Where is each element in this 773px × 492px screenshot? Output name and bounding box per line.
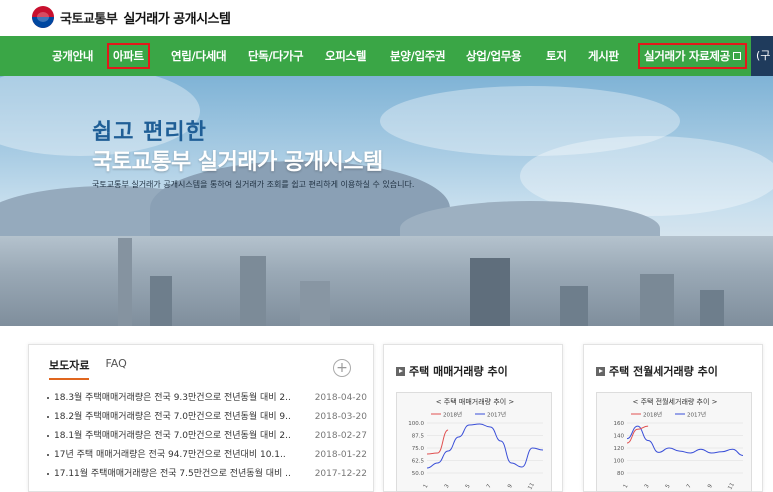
y-tick-label: 140 — [614, 434, 625, 440]
rent-volume-panel-label: 주택 전월세거래량 추이 — [609, 365, 718, 378]
y-tick-label: 75.0 — [412, 446, 425, 452]
arrow-right-icon — [596, 367, 605, 376]
y-tick-label: 50.0 — [412, 471, 425, 477]
news-list-item[interactable]: 18.1월 주택매매거래량은 전국 7.0만건으로 전년동월 대비 2.. 20… — [47, 427, 367, 446]
x-tick-label: 7 — [486, 483, 493, 489]
rent-volume-chart-svg: < 주택 전월세거래량 추이 > 2018년 2017년 160 140 120 100 80… — [614, 397, 744, 491]
y-tick-label: 87.5 — [412, 434, 425, 440]
logo-system-name: 실거래가 공개시스템 — [123, 11, 231, 27]
legend-label: 2017년 — [687, 411, 706, 419]
y-tick-label: 62.5 — [412, 459, 425, 465]
arrow-right-icon — [396, 367, 405, 376]
news-item-date: 2018-02-27 — [314, 431, 367, 441]
y-tick-label: 160 — [614, 421, 625, 427]
nav-item-legacy[interactable]: (구 — [751, 36, 773, 76]
chart-title: < 주택 매매거래량 추이 > — [436, 397, 515, 406]
hero-description: 국토교통부 실거래가 공개시스템을 통하여 실거래가 조회를 쉽고 편리하게 이… — [92, 180, 415, 189]
press-release-panel: 보도자료 FAQ + 18.3월 주택매매거래량은 전국 9.3만건으로 전년동… — [28, 344, 374, 492]
series-line — [626, 425, 744, 456]
rent-volume-panel: 주택 전월세거래량 추이 < 주택 전월세거래량 추이 > 2018년 2017년 1… — [583, 344, 763, 492]
hero-building — [700, 290, 724, 326]
x-tick-label: 7 — [686, 483, 693, 489]
x-tick-label: 1 — [623, 483, 630, 489]
legend-label: 2017년 — [487, 411, 506, 419]
x-tick-label: 5 — [465, 483, 472, 489]
sale-volume-chart: < 주택 매매거래량 추이 > 2018년 2017년 100.0 87.5 75.0 62… — [396, 392, 552, 492]
government-emblem-icon — [32, 6, 54, 28]
hero-title: 국토교통부 실거래가 공개시스템 — [92, 150, 383, 175]
legend-label: 2018년 — [443, 411, 462, 419]
chart-title: < 주택 전월세거래량 추이 > — [632, 397, 717, 406]
x-tick-label: 3 — [644, 483, 651, 489]
hero-building — [470, 258, 510, 326]
news-item-title[interactable]: 17년 주택 매매거래량은 전국 94.7만건으로 전년대비 10.1.. — [54, 446, 299, 465]
x-tick-label: 3 — [444, 483, 451, 489]
nav-item-board[interactable]: 게시판 — [588, 36, 619, 76]
hero-banner: 쉽고 편리한 국토교통부 실거래가 공개시스템 국토교통부 실거래가 공개시스템… — [0, 76, 773, 326]
tab-faq[interactable]: FAQ — [105, 357, 126, 380]
series-line — [426, 429, 449, 455]
x-tick-label: 9 — [507, 483, 514, 489]
sale-volume-panel: 주택 매매거래량 추이 < 주택 매매거래량 추이 > 2018년 2017년 100… — [383, 344, 563, 492]
news-list-item[interactable]: 18.2월 주택매매거래량은 전국 7.0만건으로 전년동월 대비 9.. 20… — [47, 408, 367, 427]
y-tick-label: 100.0 — [408, 421, 424, 427]
sale-volume-panel-title[interactable]: 주택 매매거래량 추이 — [396, 363, 508, 379]
nav-item-data-provision[interactable]: 실거래가 자료제공 — [638, 36, 747, 76]
news-item-title[interactable]: 18.1월 주택매매거래량은 전국 7.0만건으로 전년동월 대비 2.. — [54, 427, 299, 446]
news-item-title[interactable]: 18.2월 주택매매거래량은 전국 7.0만건으로 전년동월 대비 9.. — [54, 408, 299, 427]
news-tabs: 보도자료 FAQ — [49, 357, 143, 380]
hero-subtitle: 쉽고 편리한 — [92, 120, 207, 145]
hero-building — [640, 274, 674, 326]
nav-item-rowhouse[interactable]: 연립/다세대 — [171, 36, 227, 76]
news-item-title[interactable]: 18.3월 주택매매거래량은 전국 9.3만건으로 전년동월 대비 2.. — [54, 389, 299, 408]
news-item-date: 2018-03-20 — [314, 412, 367, 422]
nav-item-land[interactable]: 토지 — [546, 36, 567, 76]
news-item-date: 2017-12-22 — [314, 469, 367, 479]
series-line — [626, 425, 649, 444]
sale-volume-panel-label: 주택 매매거래량 추이 — [409, 365, 508, 378]
external-link-icon — [732, 52, 741, 60]
x-tick-label: 9 — [707, 483, 714, 489]
x-tick-label: 11 — [727, 482, 736, 491]
y-tick-label: 120 — [614, 446, 625, 452]
x-tick-label: 1 — [423, 483, 430, 489]
tab-press-release[interactable]: 보도자료 — [49, 357, 90, 380]
news-list-item[interactable]: 17년 주택 매매거래량은 전국 94.7만건으로 전년대비 10.1.. 20… — [47, 446, 367, 465]
x-tick-label: 11 — [527, 482, 536, 491]
hero-building — [118, 238, 132, 326]
y-tick-label: 80 — [617, 471, 624, 477]
news-item-date: 2018-01-22 — [314, 450, 367, 460]
hero-building — [150, 276, 172, 326]
news-item-date: 2018-04-20 — [314, 393, 367, 403]
news-list: 18.3월 주택매매거래량은 전국 9.3만건으로 전년동월 대비 2.. 20… — [47, 389, 367, 484]
sale-volume-chart-svg: < 주택 매매거래량 추이 > 2018년 2017년 100.0 87.5 75.0 62… — [408, 397, 544, 491]
news-list-item[interactable]: 18.3월 주택매매거래량은 전국 9.3만건으로 전년동월 대비 2.. 20… — [47, 389, 367, 408]
rent-volume-panel-title[interactable]: 주택 전월세거래량 추이 — [596, 363, 718, 379]
hero-building — [240, 256, 266, 326]
rent-volume-chart: < 주택 전월세거래량 추이 > 2018년 2017년 160 140 120 100 80… — [596, 392, 752, 492]
nav-item-officetel[interactable]: 오피스텔 — [325, 36, 366, 76]
hero-building — [300, 281, 330, 326]
site-logo[interactable]: 국토교통부 실거래가 공개시스템 — [32, 6, 231, 28]
series-line — [426, 423, 544, 469]
news-list-item[interactable]: 17.11월 주택매매거래량은 전국 7.5만건으로 전년동월 대비 .. 20… — [47, 465, 367, 484]
logo-ministry-name: 국토교통부 — [60, 11, 118, 27]
nav-item-data-provision-label: 실거래가 자료제공 — [644, 49, 730, 63]
more-plus-icon[interactable]: + — [333, 359, 351, 377]
y-tick-label: 100 — [614, 459, 625, 465]
hero-building — [560, 286, 588, 326]
nav-item-commercial[interactable]: 상업/업무용 — [466, 36, 522, 76]
main-nav: 공개안내 아파트 연립/다세대 단독/다가구 오피스텔 분양/입주권 상업/업무… — [0, 36, 773, 76]
nav-item-detached[interactable]: 단독/다가구 — [248, 36, 304, 76]
site-header: 국토교통부 실거래가 공개시스템 — [0, 0, 773, 36]
hero-cityscape — [0, 236, 773, 326]
nav-item-presale[interactable]: 분양/입주권 — [390, 36, 446, 76]
x-tick-label: 5 — [665, 483, 672, 489]
nav-item-guide[interactable]: 공개안내 — [52, 36, 93, 76]
legend-label: 2018년 — [643, 411, 662, 419]
nav-item-apartment[interactable]: 아파트 — [107, 36, 150, 76]
news-item-title[interactable]: 17.11월 주택매매거래량은 전국 7.5만건으로 전년동월 대비 .. — [54, 465, 299, 484]
